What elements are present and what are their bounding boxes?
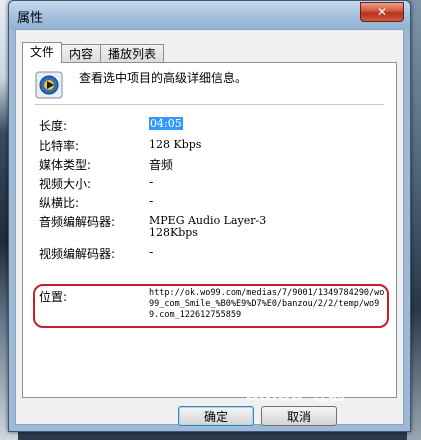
tab-file[interactable]: 文件 — [22, 42, 63, 63]
close-icon: ✕ — [376, 5, 388, 19]
duration-label: 长度: — [39, 119, 68, 133]
bitrate-label: 比特率: — [39, 139, 80, 153]
tab-strip: 文件 内容 播放列表 — [22, 42, 165, 63]
media-type-label: 媒体类型: — [39, 158, 92, 172]
video-size-value: - — [149, 175, 154, 189]
properties-dialog: 属性 ✕ 文件 内容 播放列表 查看选中项目的高级详细信息。 长度: 04:05… — [8, 0, 411, 432]
audio-codec-label: 音频编解码器: — [39, 215, 116, 229]
video-size-label: 视频大小: — [39, 177, 92, 191]
aspect-ratio-label: 纵横比: — [39, 196, 80, 210]
watermark: Baidu 经验 — [246, 384, 347, 405]
cancel-button[interactable]: 取消 — [261, 406, 337, 426]
media-type-value: 音频 — [149, 158, 174, 172]
header-description: 查看选中项目的高级详细信息。 — [79, 71, 248, 85]
media-file-icon — [35, 71, 63, 99]
aspect-ratio-value: - — [149, 194, 154, 208]
location-value[interactable]: http://ok.wo99.com/medias/7/9001/1349784… — [149, 288, 389, 321]
dialog-client-area: 文件 内容 播放列表 查看选中项目的高级详细信息。 长度: 04:05 比特率:… — [15, 29, 404, 426]
close-button[interactable]: ✕ — [360, 2, 404, 22]
tab-content[interactable]: 内容 — [61, 44, 102, 62]
video-codec-label: 视频编解码器: — [39, 247, 116, 261]
bitrate-value: 128 Kbps — [149, 138, 202, 151]
title-bar[interactable]: 属性 ✕ — [9, 1, 410, 29]
duration-value[interactable]: 04:05 — [149, 117, 183, 130]
location-label: 位置: — [39, 290, 68, 304]
video-codec-value: - — [149, 245, 154, 259]
ok-button[interactable]: 确定 — [178, 406, 254, 426]
header-divider — [35, 104, 384, 105]
audio-codec-value-line2: 128Kbps — [149, 226, 198, 239]
tab-playlist[interactable]: 播放列表 — [100, 44, 165, 62]
window-title: 属性 — [17, 11, 44, 26]
file-tab-panel: 查看选中项目的高级详细信息。 长度: 04:05 比特率: 128 Kbps 媒… — [22, 62, 397, 398]
